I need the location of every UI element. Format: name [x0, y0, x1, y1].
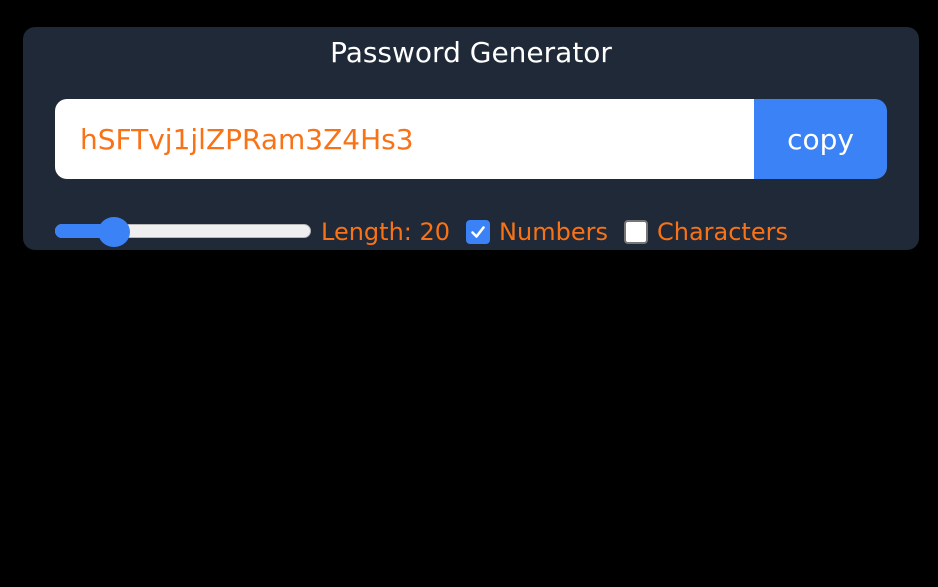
options-row: Length: 20 Numbers Characters	[55, 217, 788, 247]
length-slider[interactable]	[55, 217, 311, 247]
checkmark-icon	[471, 226, 485, 238]
numbers-option[interactable]: Numbers	[466, 218, 608, 246]
length-label: Length: 20	[321, 218, 451, 246]
password-field[interactable]	[55, 99, 754, 179]
page-title: Password Generator	[330, 36, 612, 69]
numbers-label[interactable]: Numbers	[499, 218, 608, 246]
characters-option[interactable]: Characters	[623, 218, 788, 246]
slider-thumb[interactable]	[97, 217, 130, 247]
password-generator-card: Password Generator copy Length: 20 Numbe…	[23, 27, 919, 250]
numbers-checkbox[interactable]	[466, 220, 491, 244]
characters-checkbox[interactable]	[623, 220, 648, 244]
copy-button[interactable]: copy	[754, 99, 887, 179]
characters-label[interactable]: Characters	[657, 218, 788, 246]
password-row: copy	[55, 99, 887, 179]
